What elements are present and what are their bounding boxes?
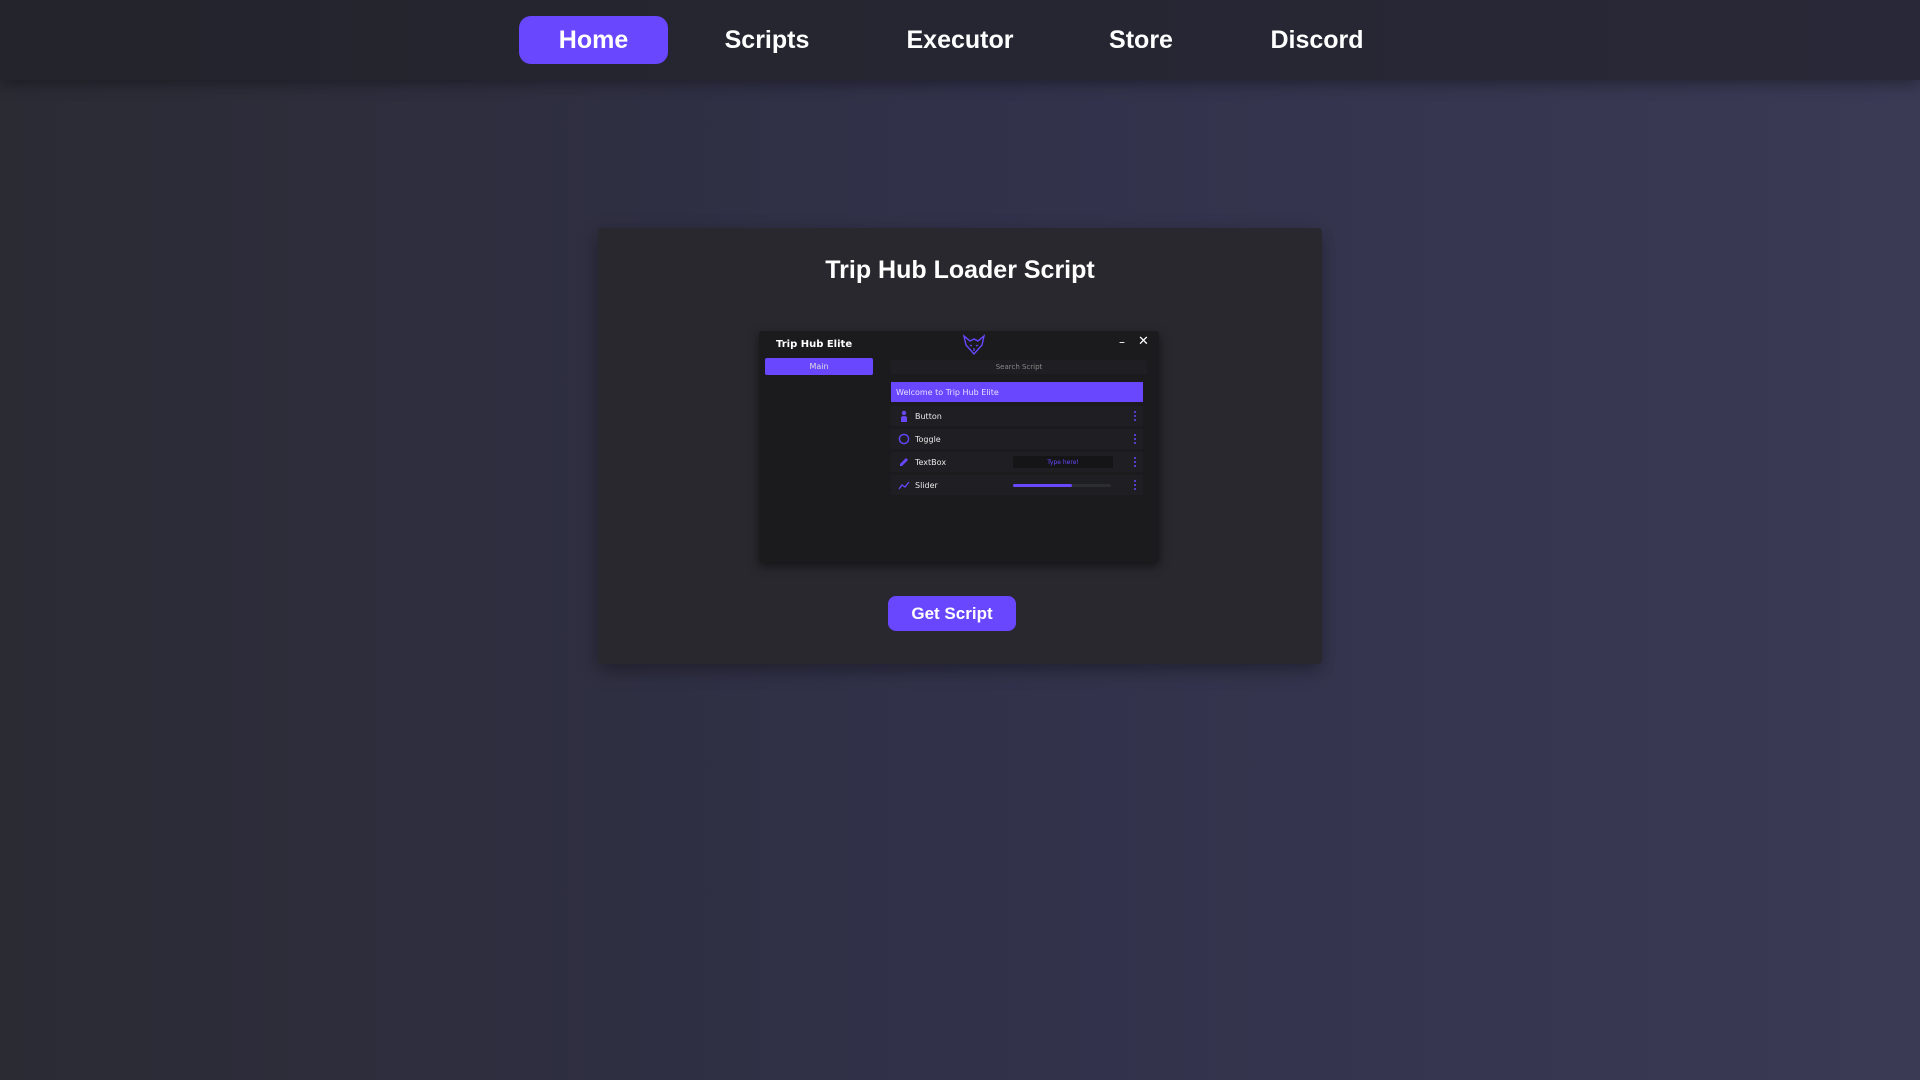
more-options-icon [1134,457,1137,467]
circle-toggle-icon [897,432,911,446]
preview-textbox-field: Type here! [1013,456,1113,468]
preview-row-textbox: TextBox Type here! [891,452,1143,472]
minimize-icon: – [1119,335,1125,349]
preview-slider-track [1013,484,1111,487]
more-options-icon [1134,434,1137,444]
trend-icon [897,478,911,492]
top-navigation-bar: Home Scripts Executor Store Discord [0,0,1920,80]
nav-executor[interactable]: Executor [866,16,1054,64]
more-options-icon [1134,480,1137,490]
preview-slider-fill [1013,484,1072,487]
preview-tab-main: Main [765,358,873,375]
get-script-button[interactable]: Get Script [888,596,1016,631]
preview-search-field: Search Script [891,360,1147,374]
preview-row-toggle: Toggle [891,429,1143,449]
nav-store[interactable]: Store [1054,16,1228,64]
row-label: Button [915,411,942,421]
row-label: TextBox [915,457,947,467]
preview-row-button: Button [891,406,1143,426]
script-card: Trip Hub Loader Script Trip Hub Elite – … [598,228,1322,664]
script-preview-image: Trip Hub Elite – ✕ Main Search Script We… [759,331,1159,562]
preview-window-title: Trip Hub Elite [776,339,853,350]
fox-logo-icon [962,334,986,356]
card-title: Trip Hub Loader Script [825,256,1095,284]
row-label: Slider [915,480,938,490]
nav-discord[interactable]: Discord [1228,16,1406,64]
more-options-icon [1134,411,1137,421]
nav-scripts[interactable]: Scripts [668,16,866,64]
pencil-icon [897,455,911,469]
close-icon: ✕ [1138,334,1149,349]
main-nav: Home Scripts Executor Store Discord [519,16,1406,64]
nav-home[interactable]: Home [519,16,668,64]
preview-row-slider: Slider [891,475,1143,495]
row-label: Toggle [915,434,941,444]
preview-welcome-banner: Welcome to Trip Hub Elite [891,382,1143,402]
touch-icon [897,409,911,423]
